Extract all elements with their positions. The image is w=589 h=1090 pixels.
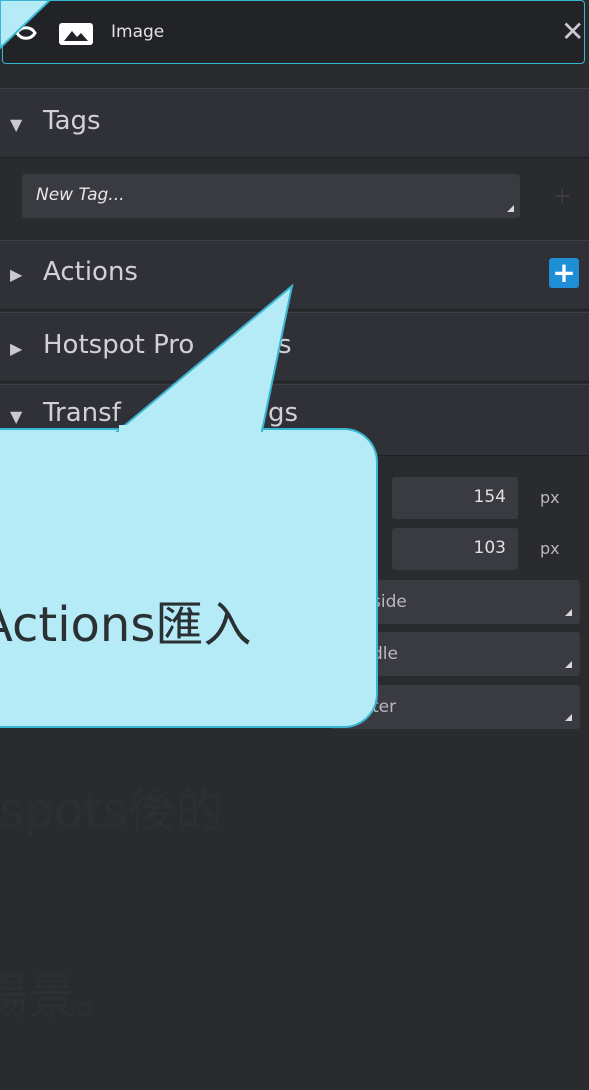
callout-line-1: Actions匯入 <box>0 597 252 653</box>
callout-line-2: tspots後的 <box>0 783 224 839</box>
callout-line-3: 場景。 <box>0 969 125 1025</box>
callout-text: Actions匯入 tspots後的 場景。 <box>0 470 370 1090</box>
